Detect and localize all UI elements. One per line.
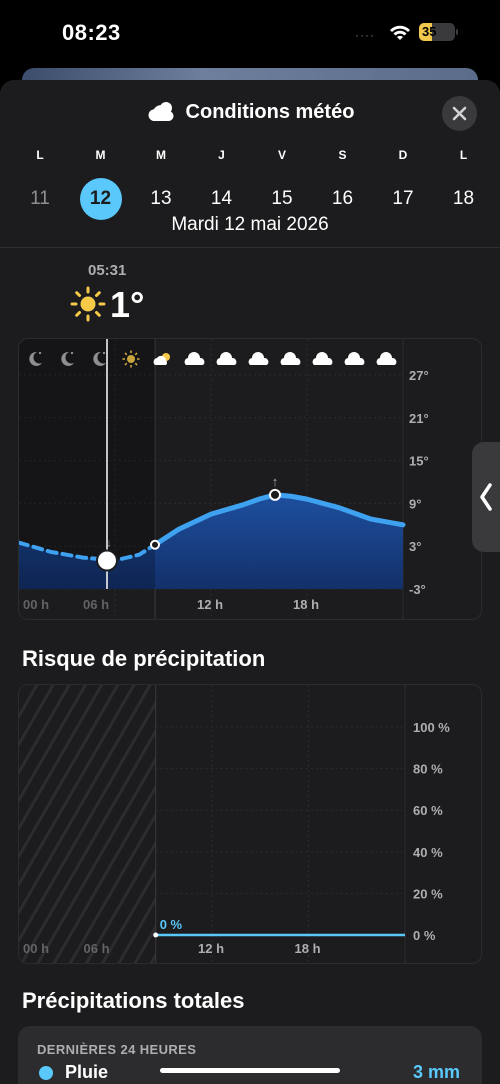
battery-icon: 35 (419, 23, 455, 41)
y-tick-label: 60 % (413, 803, 443, 818)
precipitation-value-label: 0 % (160, 917, 183, 932)
temperature-chart[interactable]: 27° 21° 15° 9° 3° -3° 00 h 06 h 12 h 18 h ↓ ↑ (18, 338, 482, 620)
precipitation-chart-svg: 100 % 80 % 60 % 40 % 20 % 0 % 0 % 00 h 06 h 12 h 1… (19, 685, 450, 963)
x-tick-label: 00 h (23, 597, 49, 612)
total-precipitation-card[interactable]: DERNIÈRES 24 HEURES Pluie 3 mm (18, 1026, 482, 1084)
battery-percent: 35 (422, 24, 437, 39)
precipitation-chart[interactable]: 100 % 80 % 60 % 40 % 20 % 0 % 0 % 00 h 06 h 12 h 1… (18, 684, 482, 964)
y-tick-label: 3° (409, 539, 421, 554)
y-tick-label: 9° (409, 496, 421, 511)
day-item-14[interactable]: J 14 (197, 146, 247, 220)
day-letter: S (338, 148, 347, 162)
min-arrow-icon: ↓ (106, 537, 112, 549)
status-bar: 08:23 ···· 35 (0, 0, 500, 66)
close-button[interactable] (442, 96, 477, 131)
star-shape (70, 351, 74, 355)
x-tick-label: 12 h (198, 941, 224, 956)
day-letter: J (218, 148, 225, 162)
signal-dots-icon: ···· (355, 28, 375, 42)
y-tick-label: 20 % (413, 886, 443, 901)
day-item-18[interactable]: L 18 (439, 146, 489, 220)
day-letter: L (459, 148, 468, 162)
precipitation-risk-title: Risque de précipitation (22, 646, 266, 671)
sheet-title-text: Conditions météo (185, 101, 355, 123)
current-time: 05:31 (88, 262, 127, 279)
battery-tip (456, 29, 458, 35)
day-item-16[interactable]: S 16 (318, 146, 368, 220)
day-letter: M (95, 148, 106, 162)
day-item-12[interactable]: M 12 (76, 146, 126, 220)
rain-value: 3 mm (413, 1062, 461, 1082)
star-shape (38, 351, 42, 355)
past-hatch-overlay (19, 685, 156, 963)
y-tick-label: 0 % (413, 928, 436, 943)
y-tick-label: 27° (409, 368, 429, 383)
cloud-shape (216, 352, 237, 365)
rain-label: Pluie (65, 1062, 109, 1082)
close-icon (452, 106, 467, 121)
sun-core (127, 355, 135, 363)
rain-legend-dot (39, 1066, 53, 1080)
max-arrow-icon: ↑ (272, 474, 279, 489)
day-letter: M (156, 148, 166, 162)
sheet-header: Conditions météo (0, 80, 500, 146)
x-tick-label: 18 h (295, 941, 321, 956)
y-tick-label: 40 % (413, 845, 443, 860)
y-tick-label: 15° (409, 454, 429, 469)
weather-conditions-sheet: Conditions météo L 11 M 12 M 13 J 14 V 15 S 16 D 17 L 1… (0, 80, 500, 1084)
cloud-shape (248, 352, 269, 365)
current-point-marker (150, 539, 160, 550)
cloud-shape (312, 352, 333, 365)
current-point-marker (153, 932, 159, 938)
sheet-title: Conditions météo (0, 100, 500, 124)
day-letter: L (36, 148, 44, 162)
x-tick-label: 06 h (83, 597, 109, 612)
cloud-icon (248, 352, 269, 365)
day-item-13[interactable]: M 13 (136, 146, 186, 220)
chevron-left-icon (480, 483, 492, 511)
side-panel-handle[interactable] (472, 442, 500, 552)
cloud-icon (312, 352, 333, 365)
cloud-shape (184, 352, 205, 365)
day-item-15[interactable]: V 15 (257, 146, 307, 220)
x-tick-label: 06 h (84, 941, 110, 956)
day-letter: V (277, 148, 286, 162)
current-temperature: 1° (110, 284, 145, 325)
day-item-17[interactable]: D 17 (378, 146, 428, 220)
x-tick-label: 12 h (197, 597, 223, 612)
day-letter: D (398, 148, 408, 162)
past-overlay (19, 339, 155, 589)
rain-amount-bar (160, 1068, 340, 1073)
cloud-shape (344, 352, 365, 365)
cloud-sun-icon (148, 102, 174, 121)
cloud-icon (344, 352, 365, 365)
cloud-shape (280, 352, 301, 365)
total-precipitation-title: Précipitations totales (22, 988, 245, 1013)
x-tick-label: 18 h (293, 597, 319, 612)
wifi-icon (390, 25, 410, 40)
selected-date-label: Mardi 12 mai 2026 (171, 214, 329, 235)
week-day-picker: L 11 M 12 M 13 J 14 V 15 S 16 D 17 L 18 (0, 146, 500, 220)
max-marker (269, 488, 281, 501)
cloud-icon (216, 352, 237, 365)
partly-cloudy-icon (153, 353, 170, 365)
y-tick-label: 80 % (413, 762, 443, 777)
cloud-icon (184, 352, 205, 365)
cloud-shape (376, 352, 397, 365)
star-shape (102, 351, 106, 355)
y-tick-label: 100 % (413, 720, 450, 735)
temperature-chart-svg: 27° 21° 15° 9° 3° -3° 00 h 06 h 12 h 18 h ↓ ↑ (19, 339, 429, 619)
x-tick-label: 00 h (23, 941, 49, 956)
cloud-icon (280, 352, 301, 365)
totals-period-label: DERNIÈRES 24 HEURES (37, 1042, 197, 1057)
day-item-11[interactable]: L 11 (15, 146, 65, 220)
y-tick-label: 21° (409, 411, 429, 426)
now-marker (96, 549, 118, 572)
cloud-icon (376, 352, 397, 365)
status-time: 08:23 (62, 20, 121, 45)
y-tick-label: -3° (409, 582, 426, 597)
sun-icon (70, 286, 106, 322)
divider (0, 247, 500, 248)
